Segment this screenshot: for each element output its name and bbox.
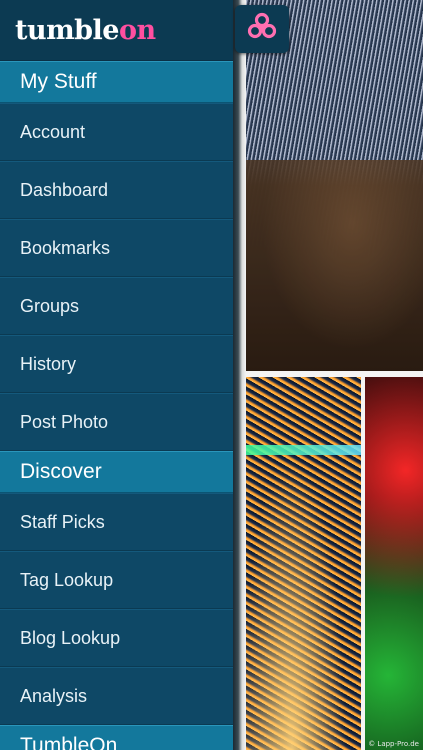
- menu-item-account[interactable]: Account: [0, 103, 233, 161]
- menu-item-history[interactable]: History: [0, 335, 233, 393]
- flower-icon: [245, 10, 279, 49]
- photo-grid: © Lapp-Pro.de: [246, 0, 423, 750]
- sidebar-menu: tumbleon My Stuff Account Dashboard Book…: [0, 0, 233, 750]
- section-header-my-stuff: My Stuff: [0, 61, 233, 103]
- photo-light-painting[interactable]: © Lapp-Pro.de: [365, 377, 423, 750]
- app-header: tumbleon: [0, 0, 233, 61]
- menu-item-post-photo[interactable]: Post Photo: [0, 393, 233, 451]
- app-logo: tumbleon: [15, 14, 156, 46]
- menu-item-analysis[interactable]: Analysis: [0, 667, 233, 725]
- photo-watermark: © Lapp-Pro.de: [368, 740, 419, 748]
- menu-item-staff-picks[interactable]: Staff Picks: [0, 493, 233, 551]
- section-header-discover: Discover: [0, 451, 233, 493]
- menu-item-dashboard[interactable]: Dashboard: [0, 161, 233, 219]
- menu-item-groups[interactable]: Groups: [0, 277, 233, 335]
- menu-item-tag-lookup[interactable]: Tag Lookup: [0, 551, 233, 609]
- menu-toggle-button[interactable]: [235, 5, 289, 53]
- sidebar-divider: [233, 0, 246, 750]
- menu-item-bookmarks[interactable]: Bookmarks: [0, 219, 233, 277]
- menu-item-blog-lookup[interactable]: Blog Lookup: [0, 609, 233, 667]
- photo-star-trails[interactable]: [246, 0, 423, 371]
- section-header-tumbleon: TumbleOn: [0, 725, 233, 750]
- photo-city-lights[interactable]: [246, 377, 361, 750]
